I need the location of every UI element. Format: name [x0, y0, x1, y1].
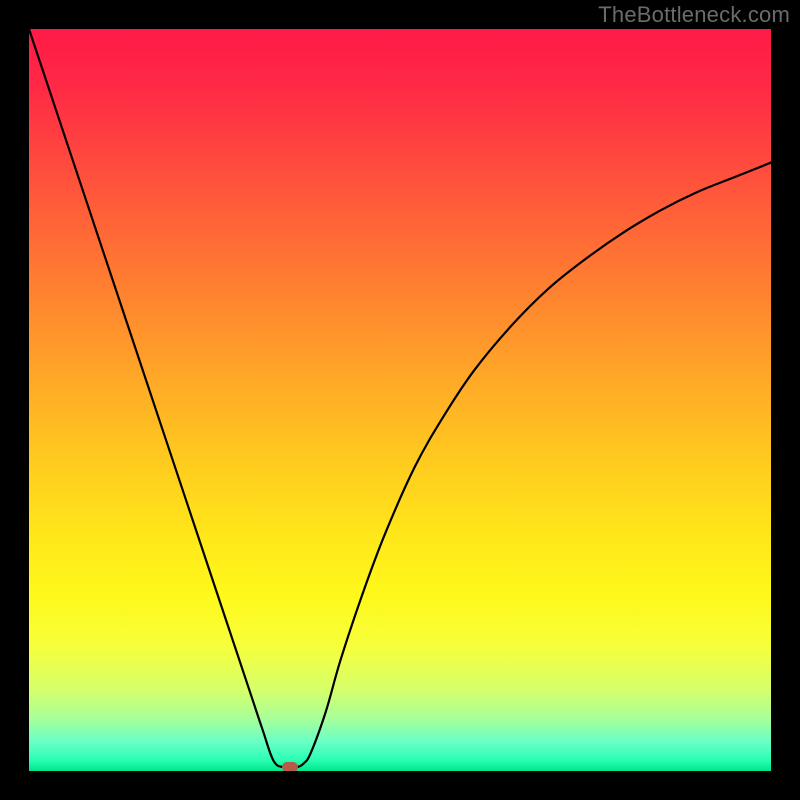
plot-area: [29, 29, 771, 771]
optimum-marker: [282, 762, 298, 771]
bottleneck-curve: [29, 29, 771, 771]
chart-frame: TheBottleneck.com: [0, 0, 800, 800]
watermark-text: TheBottleneck.com: [598, 2, 790, 28]
